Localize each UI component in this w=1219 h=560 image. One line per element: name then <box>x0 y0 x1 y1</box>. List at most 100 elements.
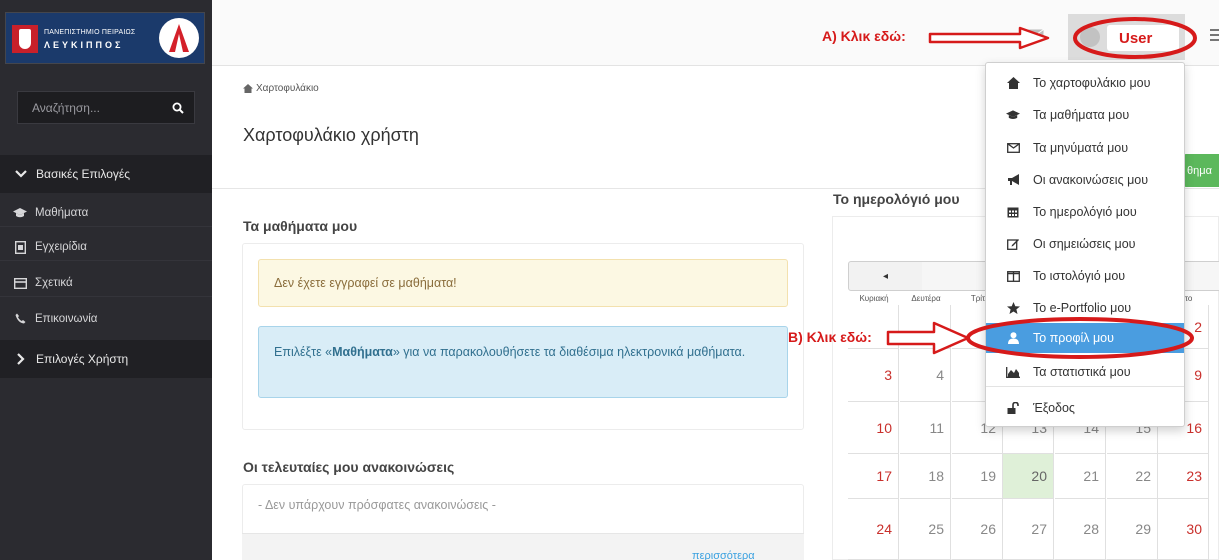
calendar-day-cell[interactable]: 25 <box>900 499 951 560</box>
calendar-day-cell[interactable]: 20 <box>1003 454 1054 499</box>
dropdown-item[interactable]: Έξοδος <box>986 393 1184 423</box>
dropdown-item-label: Τα μηνύματά μου <box>1033 141 1129 155</box>
sidebar-item-label: Επικοινωνία <box>35 312 98 325</box>
columns-icon <box>1006 269 1020 283</box>
section-basic-options[interactable]: Βασικές Επιλογές <box>0 155 212 193</box>
calendar-day-cell[interactable]: 28 <box>1055 499 1106 560</box>
file-icon <box>13 240 27 254</box>
dropdown-item[interactable]: Οι ανακοινώσεις μου <box>986 165 1184 195</box>
calendar-day-cell[interactable]: 24 <box>848 499 899 560</box>
card-icon <box>13 277 27 289</box>
annotation-a-label: A) Κλικ εδώ: <box>822 28 906 44</box>
sidebar-item-manuals[interactable]: Εγχειρίδια <box>0 234 212 261</box>
chevron-right-icon <box>14 353 28 365</box>
dropdown-item[interactable]: Οι σημειώσεις μου <box>986 229 1184 259</box>
dropdown-item-label: Οι σημειώσεις μου <box>1033 237 1136 251</box>
caret-left-icon: ◂ <box>882 270 889 282</box>
star-icon <box>1006 301 1020 315</box>
sidebar-item-contact[interactable]: Επικοινωνία <box>0 305 212 332</box>
unlock-icon <box>1006 401 1020 415</box>
dropdown-item[interactable]: Το e-Portfolio μου <box>986 293 1184 323</box>
dropdown-item[interactable]: Τα μαθήματα μου <box>986 100 1184 130</box>
section-basic-label: Βασικές Επιλογές <box>36 167 131 181</box>
add-course-button[interactable]: θημα <box>1183 154 1219 187</box>
calendar-day-cell[interactable]: 27 <box>1003 499 1054 560</box>
menu-more-icon[interactable] <box>1210 28 1219 42</box>
calendar-day-cell[interactable]: 3 <box>848 349 899 402</box>
section-user-label: Επιλογές Χρήστη <box>36 352 129 366</box>
dropdown-item[interactable]: Το χαρτοφυλάκιο μου <box>986 68 1184 98</box>
page-title: Χαρτοφυλάκιο χρήστη <box>243 125 419 145</box>
more-announcements-link[interactable]: περισσότερα <box>692 550 755 560</box>
dropdown-item[interactable]: Το προφίλ μου <box>986 323 1184 353</box>
search-button[interactable] <box>162 92 194 123</box>
breadcrumb: Χαρτοφυλάκιο <box>243 83 319 94</box>
edit-icon <box>1006 237 1020 251</box>
info-courses-link[interactable]: Μαθήματα <box>332 345 393 359</box>
breadcrumb-item[interactable]: Χαρτοφυλάκιο <box>256 83 319 94</box>
sidebar: ΠΑΝΕΠΙΣΤΗΜΙΟ ΠΕΙΡΑΙΩΣ ΛΕΥΚΙΠΠΟΣ Βασικές … <box>0 0 212 560</box>
page: ΠΑΝΕΠΙΣΤΗΜΙΟ ΠΕΙΡΑΙΩΣ ΛΕΥΚΙΠΠΟΣ Βασικές … <box>0 0 1219 560</box>
no-courses-alert: Δεν έχετε εγγραφεί σε μαθήματα! <box>258 259 788 307</box>
dropdown-item[interactable]: Τα μηνύματά μου <box>986 133 1184 163</box>
chevron-down-icon <box>14 170 28 178</box>
user-label[interactable]: User <box>1107 25 1179 51</box>
calendar-day-cell[interactable]: 26 <box>952 499 1003 560</box>
courses-info-alert: Επιλέξτε «Μαθήματα» για να παρακολουθήσε… <box>258 326 788 398</box>
logo-line1: ΠΑΝΕΠΙΣΤΗΜΙΟ ΠΕΙΡΑΙΩΣ <box>44 29 136 36</box>
search-icon <box>172 102 184 114</box>
sidebar-item-label: Μαθήματα <box>35 207 89 219</box>
calendar-day-header: Κυριακή <box>859 294 889 303</box>
calendar-panel-title: Το ημερολόγιό μου <box>833 191 960 207</box>
calendar-prev-button[interactable]: ◂ <box>848 261 923 291</box>
info-prefix: Επιλέξτε « <box>274 345 333 359</box>
calendar-day-cell[interactable]: 11 <box>900 402 951 454</box>
dropdown-item-label: Οι ανακοινώσεις μου <box>1033 173 1149 187</box>
sidebar-item-courses[interactable]: Μαθήματα <box>0 200 212 227</box>
home-icon <box>243 84 253 93</box>
calendar-day-cell[interactable]: 18 <box>900 454 951 499</box>
calendar-day-cell[interactable]: 30 <box>1158 499 1209 560</box>
calendar-day-cell[interactable]: 10 <box>848 402 899 454</box>
search-input[interactable] <box>18 92 163 123</box>
sidebar-search <box>17 91 195 124</box>
dropdown-item[interactable]: Το ημερολόγιό μου <box>986 197 1184 227</box>
envelope-icon[interactable] <box>1026 29 1044 41</box>
announcements-panel-title: Οι τελευταίες μου ανακοινώσεις <box>243 459 455 475</box>
announcements-empty-text: - Δεν υπάρχουν πρόσφατες ανακοινώσεις - <box>258 498 496 512</box>
calendar-day-cell[interactable]: 17 <box>848 454 899 499</box>
logo-line2: ΛΕΥΚΙΠΠΟΣ <box>44 40 124 50</box>
user-avatar-icon[interactable] <box>1080 27 1100 47</box>
calendar-day-cell[interactable] <box>900 305 951 349</box>
sidebar-item-label: Σχετικά <box>35 277 73 289</box>
bullhorn-icon <box>1006 173 1020 187</box>
dropdown-item[interactable]: Τα στατιστικά μου <box>986 357 1184 387</box>
calendar-day-cell[interactable]: 4 <box>900 349 951 402</box>
home-icon <box>1006 76 1020 90</box>
lambda-logo-icon <box>159 18 199 58</box>
dropdown-item-label: Τα στατιστικά μου <box>1033 365 1131 379</box>
user-icon <box>1006 331 1020 345</box>
dropdown-item[interactable]: Το ιστολόγιό μου <box>986 261 1184 291</box>
section-user-options[interactable]: Επιλογές Χρήστη <box>0 340 212 378</box>
area-chart-icon <box>1006 365 1020 379</box>
sidebar-item-about[interactable]: Σχετικά <box>0 270 212 297</box>
dropdown-item-label: Το e-Portfolio μου <box>1033 301 1132 315</box>
calendar-day-cell[interactable]: 21 <box>1055 454 1106 499</box>
university-logo[interactable]: ΠΑΝΕΠΙΣΤΗΜΙΟ ΠΕΙΡΑΙΩΣ ΛΕΥΚΙΠΠΟΣ <box>5 12 205 64</box>
calendar-icon <box>1006 205 1020 219</box>
crest-icon <box>12 25 38 53</box>
calendar-day-cell[interactable]: 22 <box>1107 454 1158 499</box>
courses-panel-title: Τα μαθήματα μου <box>243 218 358 234</box>
graduation-cap-icon <box>13 207 27 219</box>
sidebar-item-label: Εγχειρίδια <box>35 241 87 253</box>
annotation-b-label: B) Κλικ εδώ: <box>788 329 872 345</box>
info-suffix: » για να παρακολουθήσετε τα διαθέσιμα ηλ… <box>392 345 746 359</box>
dropdown-item-label: Το προφίλ μου <box>1033 331 1114 345</box>
calendar-day-cell[interactable]: 19 <box>952 454 1003 499</box>
dropdown-item-label: Έξοδος <box>1033 401 1075 415</box>
dropdown-item-label: Το ημερολόγιό μου <box>1033 205 1137 219</box>
calendar-day-cell[interactable]: 29 <box>1107 499 1158 560</box>
calendar-day-cell[interactable]: 23 <box>1158 454 1209 499</box>
envelope-icon <box>1006 141 1020 155</box>
